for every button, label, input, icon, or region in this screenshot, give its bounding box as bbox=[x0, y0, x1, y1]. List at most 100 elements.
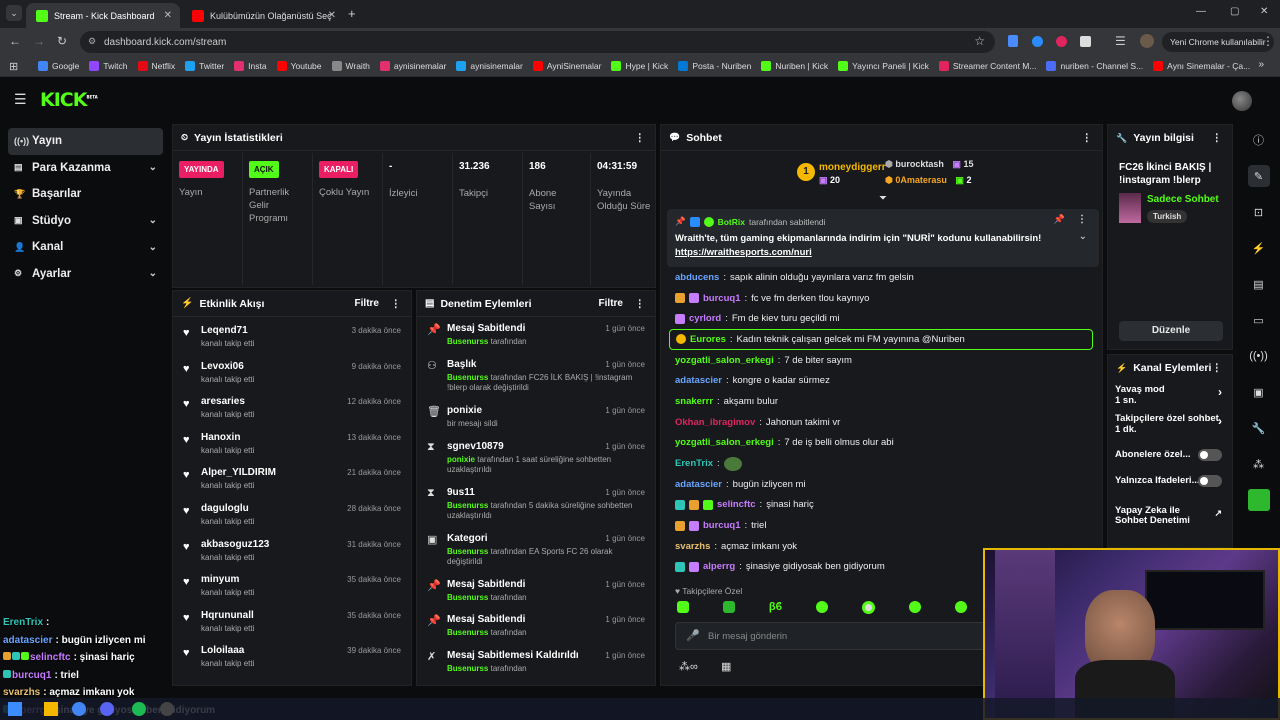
chat-message[interactable]: Eurores: Kadın teknik çalışan gelcek mi F… bbox=[669, 329, 1093, 350]
apps-icon[interactable]: ⁂ bbox=[1248, 453, 1270, 475]
close-window-icon[interactable]: ✕ bbox=[1260, 6, 1268, 17]
layout-icon[interactable]: ▣ bbox=[1248, 381, 1270, 403]
discord-icon[interactable] bbox=[100, 702, 114, 716]
reload-icon[interactable]: ↻ bbox=[57, 34, 67, 48]
spotify-icon[interactable] bbox=[132, 702, 146, 716]
emote-icon[interactable]: βϐ bbox=[769, 601, 782, 614]
chat-message[interactable]: selincftc: şinasi hariç bbox=[661, 495, 1101, 516]
pinned-link[interactable]: https://wraithesports.com/nuri bbox=[675, 247, 812, 258]
chat-username[interactable]: Okhan_ibragimov bbox=[675, 417, 755, 428]
moderator-name[interactable]: Busenurss bbox=[447, 547, 488, 556]
chat-username[interactable]: burcuq1 bbox=[703, 293, 740, 304]
moderator-name[interactable]: ponixie bbox=[447, 455, 475, 464]
new-tab-icon[interactable]: + bbox=[348, 6, 356, 21]
collapse-icon[interactable]: ⏷ bbox=[879, 193, 887, 204]
sidebar-item-yayın[interactable]: ((•)) Yayın bbox=[8, 128, 163, 155]
moderator-name[interactable]: Busenurss bbox=[447, 664, 488, 673]
bookmark-item[interactable]: aynisinemalar bbox=[379, 61, 446, 71]
more-options-icon[interactable]: ⋮ bbox=[635, 132, 646, 144]
info-icon[interactable]: ⓘ bbox=[1248, 129, 1270, 151]
extension-app-icon[interactable] bbox=[1247, 489, 1270, 511]
bookmark-item[interactable]: Nuriben | Kick bbox=[761, 61, 828, 71]
chat-username[interactable]: Eurores bbox=[690, 334, 726, 345]
sidebar-item-kanal[interactable]: 👤 Kanal ⌄ bbox=[8, 234, 163, 261]
more-options-icon[interactable]: ⋮ bbox=[1212, 362, 1223, 374]
minimize-icon[interactable]: — bbox=[1196, 6, 1206, 17]
tool-icon[interactable]: 🔧 bbox=[1248, 417, 1270, 439]
more-bookmarks-icon[interactable]: » bbox=[1258, 59, 1264, 70]
channel-action-1[interactable]: Takipçilere özel sohbet 1 dk. › bbox=[1108, 410, 1232, 446]
chrome-icon[interactable] bbox=[72, 702, 86, 716]
back-icon[interactable]: ← bbox=[9, 34, 21, 48]
bookmark-item[interactable]: Netflix bbox=[137, 61, 175, 71]
gifter-3[interactable]: ⬢ 0Amaterasu ▣ 2 bbox=[885, 175, 971, 186]
moderation-item[interactable]: ⧗ sgnev10879 ponixie tarafından 1 saat sür… bbox=[417, 435, 655, 481]
emote-icon[interactable] bbox=[954, 601, 967, 613]
maximize-icon[interactable]: ▢ bbox=[1230, 6, 1239, 17]
moderation-item[interactable]: ✗ Mesaj Sabitlemesi Kaldırıldı Busenurss t… bbox=[417, 644, 655, 680]
pinned-options-icon[interactable]: ⋮ bbox=[1077, 214, 1087, 225]
chat-username[interactable]: adatascier bbox=[675, 479, 722, 490]
chat-icon[interactable]: ▭ bbox=[1248, 309, 1270, 331]
profile-avatar[interactable] bbox=[1140, 34, 1154, 48]
forward-icon[interactable]: → bbox=[33, 34, 45, 48]
bookmark-item[interactable]: Posta - Nuriben bbox=[678, 61, 751, 71]
chat-message[interactable]: burcuq1: triel bbox=[661, 515, 1101, 536]
filter-button[interactable]: Filtre bbox=[599, 298, 623, 309]
clipboard-icon[interactable]: ▤ bbox=[1248, 273, 1270, 295]
edit-button[interactable]: Düzenle bbox=[1119, 321, 1223, 341]
top-gifter-name[interactable]: moneydiggerr bbox=[819, 162, 886, 173]
moderation-item[interactable]: 🗑 ponixie bir mesajı sildi 1 gün önce bbox=[417, 399, 655, 435]
chat-username[interactable]: burcuq1 bbox=[703, 520, 740, 531]
chat-message[interactable]: adatascier: kongre o kadar sürmez bbox=[661, 370, 1101, 391]
toggle-switch[interactable] bbox=[1198, 449, 1222, 461]
crop-icon[interactable]: ⊡ bbox=[1248, 201, 1270, 223]
apps-grid-icon[interactable]: ⊞ bbox=[9, 60, 18, 73]
activity-item[interactable]: ♥ akbasoguz123 kanalı takip etti 31 dakika … bbox=[173, 533, 411, 569]
more-options-icon[interactable]: ⋮ bbox=[1212, 132, 1223, 144]
chat-username[interactable]: yozgatli_salon_erkegi bbox=[675, 437, 774, 448]
chat-username[interactable]: yozgatli_salon_erkegi bbox=[675, 355, 774, 366]
moderator-name[interactable]: Busenurss bbox=[447, 593, 488, 602]
sidebar-item-para-kazanma[interactable]: ▤ Para Kazanma ⌄ bbox=[8, 155, 163, 182]
toggle-switch[interactable] bbox=[1198, 475, 1222, 487]
gift-shop-icon[interactable]: ▦ bbox=[721, 660, 731, 673]
activity-item[interactable]: ♥ Alper_YILDIRIM kanalı takip etti 21 dakik… bbox=[173, 461, 411, 497]
chat-message[interactable]: ErenTrix: bbox=[661, 453, 1101, 474]
channel-action-4[interactable]: Yapay Zeka ile Sohbet Denetimi ↗ bbox=[1108, 502, 1232, 540]
bookmark-item[interactable]: Insta bbox=[234, 61, 267, 71]
bookmark-item[interactable]: Hype | Kick bbox=[611, 61, 668, 71]
tab-search-icon[interactable]: ⌄ bbox=[6, 5, 22, 21]
chat-message[interactable]: abducens: sapık alinin olduğu yayınlara v… bbox=[661, 267, 1101, 288]
bookmark-item[interactable]: nuriben - Channel S... bbox=[1046, 61, 1143, 71]
extension-icon[interactable] bbox=[1056, 36, 1067, 47]
broadcast-icon[interactable]: ((•)) bbox=[1248, 345, 1270, 367]
lightning-icon[interactable]: ⚡ bbox=[1248, 237, 1270, 259]
start-icon[interactable] bbox=[8, 702, 22, 716]
pinned-user[interactable]: BotRix bbox=[718, 217, 745, 227]
chat-username[interactable]: ErenTrix bbox=[675, 458, 713, 469]
channel-action-2[interactable]: Abonelere özel... bbox=[1108, 446, 1232, 472]
kick-logo[interactable]: KICKBETA bbox=[40, 89, 98, 111]
category-name[interactable]: Sadece Sohbet bbox=[1147, 194, 1219, 205]
emote-icon[interactable] bbox=[677, 601, 689, 613]
microphone-icon[interactable]: 🎤 bbox=[686, 629, 700, 642]
activity-item[interactable]: ♥ Leqend71 kanalı takip etti 3 dakika önce bbox=[173, 319, 411, 355]
bookmark-item[interactable]: Twitter bbox=[185, 61, 224, 71]
chat-message[interactable]: adatascier: bugün izliycen mi bbox=[661, 474, 1101, 495]
moderator-name[interactable]: Busenurss bbox=[447, 373, 488, 382]
obs-icon[interactable] bbox=[160, 702, 174, 716]
moderator-name[interactable]: Busenurss bbox=[447, 337, 488, 346]
chat-message[interactable]: yozgatli_salon_erkegi:7 de iş belli olmu… bbox=[661, 433, 1101, 454]
activity-item[interactable]: ♥ Levoxi06 kanalı takip etti 9 dakika önce bbox=[173, 355, 411, 391]
chat-message[interactable]: Okhan_ibragimov: Jahonun takimi vr bbox=[661, 412, 1101, 433]
bookmark-item[interactable]: Streamer Content M... bbox=[938, 61, 1036, 71]
bookmark-item[interactable]: Youtube bbox=[276, 61, 322, 71]
chat-input[interactable]: 🎤 Bir mesaj gönderin bbox=[675, 622, 995, 650]
site-info-icon[interactable]: ⚙ bbox=[88, 36, 96, 47]
sidebar-item-ayarlar[interactable]: ⚙ Ayarlar ⌄ bbox=[8, 261, 163, 288]
chrome-update-button[interactable]: Yeni Chrome kullanılabilir bbox=[1162, 32, 1274, 52]
channel-action-0[interactable]: Yavaş mod 1 sn. › bbox=[1108, 381, 1232, 410]
gifter-2[interactable]: ⬢ burocktash ▣ 15 bbox=[885, 159, 973, 170]
moderation-item[interactable]: ⚇ Başlık Busenurss tarafından FC26 İLK BAK… bbox=[417, 353, 655, 399]
